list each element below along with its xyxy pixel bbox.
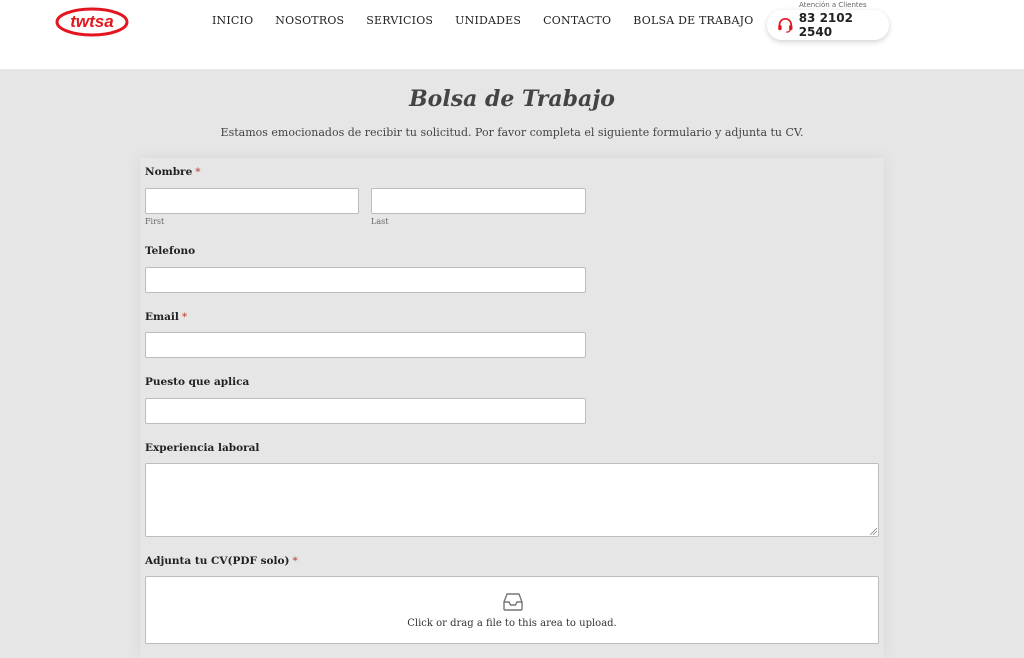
puesto-input[interactable] — [145, 398, 586, 424]
nav-contacto[interactable]: CONTACTO — [543, 14, 611, 27]
customer-service-label: Atención a Clientes — [799, 1, 867, 9]
nombre-label-text: Nombre — [145, 166, 193, 178]
phone-number: 83 2102 2540 — [798, 11, 853, 39]
required-marker: * — [292, 555, 298, 567]
headset-icon — [778, 17, 793, 33]
experiencia-label: Experiencia laboral — [145, 442, 260, 454]
nav-servicios[interactable]: SERVICIOS — [366, 14, 433, 27]
first-name-input[interactable] — [145, 188, 359, 214]
telefono-input[interactable] — [145, 267, 586, 293]
main-nav: INICIO NOSOTROS SERVICIOS UNIDADES CONTA… — [212, 14, 775, 27]
cv-label: Adjunta tu CV(PDF solo) * — [145, 555, 298, 567]
nav-nosotros[interactable]: NOSOTROS — [275, 14, 344, 27]
cv-upload-dropzone[interactable]: Click or drag a file to this area to upl… — [145, 576, 879, 644]
nombre-label: Nombre * — [145, 166, 201, 178]
site-header: twtsa INICIO NOSOTROS SERVICIOS UNIDADES… — [0, 0, 1024, 69]
nav-bolsa-de-trabajo[interactable]: BOLSA DE TRABAJO — [633, 14, 753, 27]
last-name-input[interactable] — [371, 188, 586, 214]
resize-handle-icon[interactable] — [870, 528, 877, 535]
required-marker: * — [195, 166, 201, 178]
twtsa-logo[interactable]: twtsa — [55, 6, 129, 38]
inbox-tray-icon — [503, 593, 523, 611]
email-label: Email * — [145, 311, 187, 323]
first-sublabel: First — [145, 217, 165, 226]
telefono-label: Telefono — [145, 245, 196, 257]
last-sublabel: Last — [371, 217, 389, 226]
svg-text:twtsa: twtsa — [70, 12, 113, 31]
phone-button[interactable]: 83 2102 2540 — [767, 10, 889, 40]
puesto-label: Puesto que aplica — [145, 376, 250, 388]
upload-instructions: Click or drag a file to this area to upl… — [407, 618, 617, 629]
experiencia-textarea[interactable] — [145, 463, 879, 537]
required-marker: * — [181, 311, 188, 323]
nav-inicio[interactable]: INICIO — [212, 14, 253, 27]
cv-label-text: Adjunta tu CV(PDF solo) — [145, 555, 290, 567]
page-title: Bolsa de Trabajo — [409, 86, 615, 112]
intro-text: Estamos emocionados de recibir tu solici… — [220, 126, 804, 139]
nav-unidades[interactable]: UNIDADES — [455, 14, 521, 27]
email-input[interactable] — [145, 332, 586, 358]
email-label-text: Email — [145, 311, 179, 323]
